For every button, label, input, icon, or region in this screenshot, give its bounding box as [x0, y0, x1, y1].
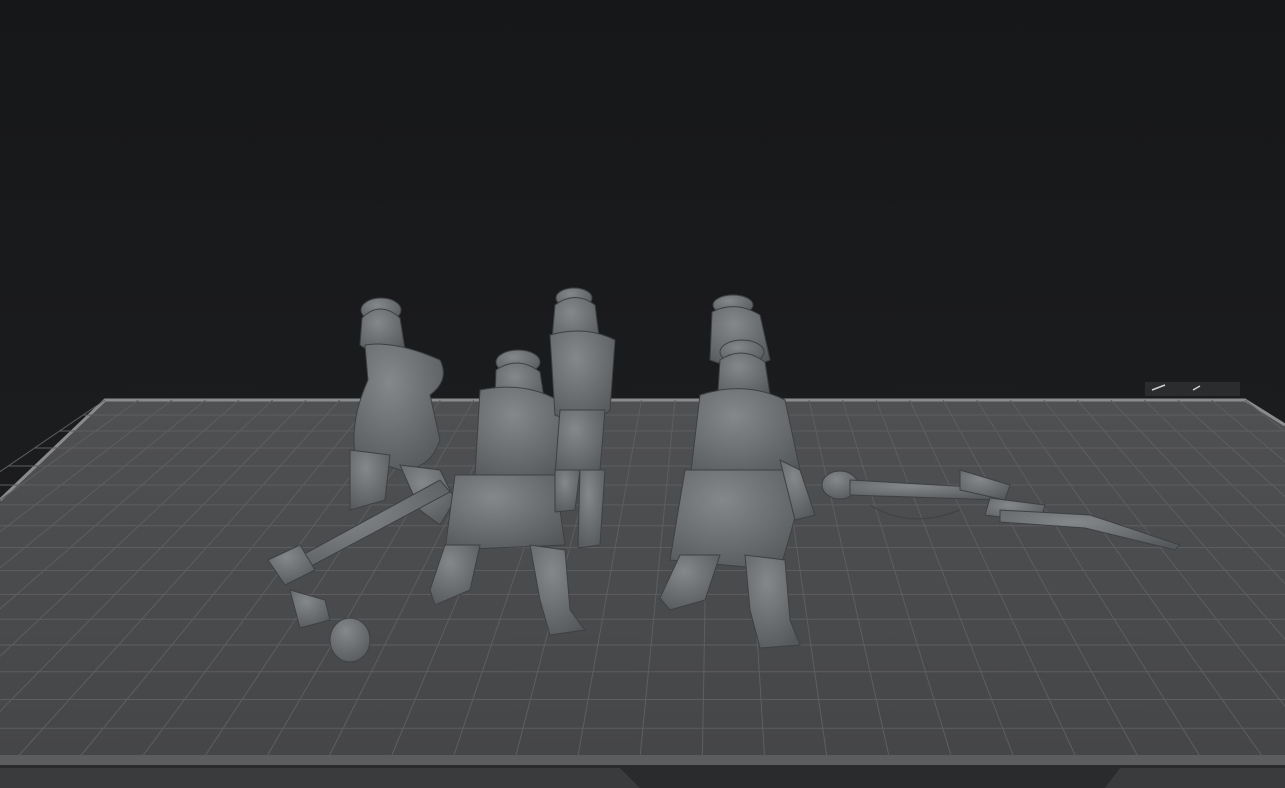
scene-canvas[interactable]: [0, 0, 1285, 788]
axis-marker: [1145, 382, 1240, 396]
3d-viewport[interactable]: [0, 0, 1285, 788]
build-plate: [0, 398, 1285, 788]
